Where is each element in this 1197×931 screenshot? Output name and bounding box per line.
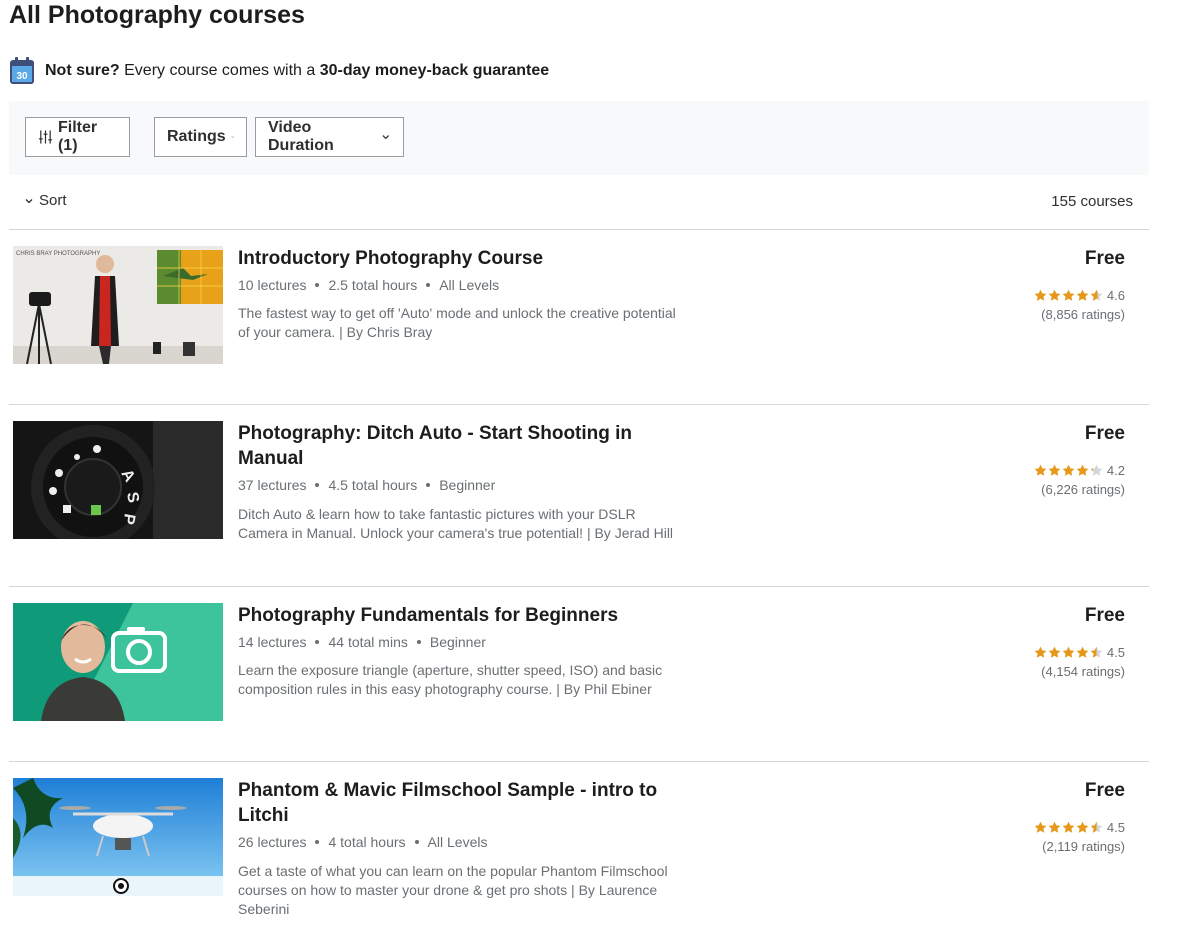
chevron-down-icon — [231, 136, 234, 138]
course-rating: 4.6 — [1034, 288, 1125, 303]
course-title[interactable]: Introductory Photography Course — [238, 246, 658, 271]
star-icon — [1034, 646, 1047, 658]
star-icon — [1076, 289, 1089, 301]
course-description: The fastest way to get off 'Auto' mode a… — [238, 305, 676, 340]
divider — [9, 229, 1149, 230]
star-icon — [1062, 821, 1075, 833]
course-level: All Levels — [427, 834, 488, 850]
rating-value: 4.5 — [1106, 645, 1125, 660]
course-count: 155 courses — [1051, 193, 1133, 210]
star-icon — [1034, 464, 1047, 476]
guarantee-lead: Not sure? — [45, 62, 120, 79]
total-hours: 2.5 total hours — [328, 277, 418, 293]
star-icon — [1090, 289, 1103, 301]
course-level: Beginner — [439, 477, 496, 493]
star-icon — [1048, 289, 1061, 301]
star-icon — [1034, 821, 1047, 833]
course-level: All Levels — [439, 277, 500, 293]
course-meta: 14 lectures 44 total mins Beginner — [238, 634, 486, 650]
course-card[interactable]: CHRIS BRAY PHOTOGRAPHY Introductory Phot… — [13, 246, 1143, 386]
course-meta: 26 lectures 4 total hours All Levels — [238, 834, 487, 850]
total-hours: 4.5 total hours — [328, 477, 418, 493]
course-thumbnail[interactable]: CHRIS BRAY PHOTOGRAPHY — [13, 246, 223, 364]
course-title[interactable]: Phantom & Mavic Filmschool Sample - intr… — [238, 778, 658, 828]
course-price: Free — [1084, 248, 1125, 269]
ratings-count: (2,119 ratings) — [1042, 839, 1125, 854]
divider — [9, 404, 1149, 405]
course-rating: 4.2 — [1034, 463, 1125, 478]
filter-label: Filter (1) — [57, 119, 98, 154]
course-title[interactable]: Photography: Ditch Auto - Start Shooting… — [238, 421, 658, 471]
course-price: Free — [1084, 605, 1125, 626]
chevron-down-icon — [25, 198, 33, 203]
star-icon — [1062, 289, 1075, 301]
course-level: Beginner — [429, 634, 486, 650]
lecture-count: 10 lectures — [238, 277, 307, 293]
total-hours: 44 total mins — [328, 634, 408, 650]
guarantee-text: Every course comes with a — [119, 62, 320, 79]
course-rating: 4.5 — [1034, 645, 1125, 660]
star-rating — [1034, 821, 1104, 834]
sort-toggle[interactable]: Sort — [24, 192, 67, 209]
star-icon — [1090, 821, 1103, 833]
svg-text:30: 30 — [16, 71, 28, 82]
course-rating: 4.5 — [1034, 820, 1125, 835]
rating-value: 4.6 — [1106, 288, 1125, 303]
course-description: Ditch Auto & learn how to take fantastic… — [238, 506, 674, 541]
course-title[interactable]: Photography Fundamentals for Beginners — [238, 603, 658, 628]
lecture-count: 37 lectures — [238, 477, 307, 493]
star-rating — [1034, 646, 1104, 659]
divider — [9, 586, 1149, 587]
course-thumbnail[interactable] — [13, 603, 223, 721]
star-rating — [1034, 464, 1104, 477]
star-icon — [1062, 464, 1075, 476]
course-thumbnail[interactable] — [13, 778, 223, 896]
chevron-down-icon — [382, 135, 390, 140]
star-icon — [1048, 646, 1061, 658]
ratings-count: (4,154 ratings) — [1041, 664, 1125, 679]
course-thumbnail[interactable]: A S P — [13, 421, 223, 539]
star-rating — [1034, 289, 1104, 302]
calendar-icon: 30 — [10, 57, 34, 84]
page-title: All Photography courses — [9, 1, 305, 29]
star-icon — [1048, 464, 1061, 476]
star-icon — [1048, 821, 1061, 833]
total-hours: 4 total hours — [328, 834, 406, 850]
sliders-icon — [38, 130, 53, 144]
ratings-count: (6,226 ratings) — [1041, 482, 1125, 497]
star-icon — [1076, 464, 1089, 476]
course-description: Get a taste of what you can learn on the… — [238, 863, 668, 917]
course-meta: 37 lectures 4.5 total hours Beginner — [238, 477, 495, 493]
video-duration-dropdown[interactable]: Video Duration — [255, 117, 404, 157]
course-description: Learn the exposure triangle (aperture, s… — [238, 662, 663, 697]
lecture-count: 26 lectures — [238, 834, 307, 850]
rating-value: 4.2 — [1106, 463, 1125, 478]
ratings-count: (8,856 ratings) — [1041, 307, 1125, 322]
course-meta: 10 lectures 2.5 total hours All Levels — [238, 277, 499, 293]
star-icon — [1076, 821, 1089, 833]
svg-text:CHRIS BRAY PHOTOGRAPHY: CHRIS BRAY PHOTOGRAPHY — [16, 251, 100, 257]
course-card[interactable]: Phantom & Mavic Filmschool Sample - intr… — [13, 778, 1143, 928]
star-icon — [1090, 646, 1103, 658]
divider — [9, 761, 1149, 762]
star-icon — [1076, 646, 1089, 658]
course-price: Free — [1084, 780, 1125, 801]
star-icon — [1090, 464, 1103, 476]
star-icon — [1062, 646, 1075, 658]
course-card[interactable]: A S P Photography: Ditch Auto - Start Sh… — [13, 421, 1143, 571]
rating-value: 4.5 — [1106, 820, 1125, 835]
course-price: Free — [1084, 423, 1125, 444]
guarantee-banner: 30 Not sure? Every course comes with a 3… — [9, 56, 549, 86]
guarantee-highlight: 30-day money-back guarantee — [319, 62, 550, 79]
filter-bar: Filter (1) Ratings Video Duration — [9, 101, 1149, 175]
ratings-label: Ratings — [167, 128, 226, 145]
star-icon — [1034, 289, 1047, 301]
lecture-count: 14 lectures — [238, 634, 307, 650]
filter-button[interactable]: Filter (1) — [25, 117, 130, 157]
ratings-dropdown[interactable]: Ratings — [154, 117, 247, 157]
sort-label: Sort — [39, 192, 67, 209]
video-duration-label: Video Duration — [268, 119, 334, 154]
course-card[interactable]: Photography Fundamentals for Beginners 1… — [13, 603, 1143, 743]
